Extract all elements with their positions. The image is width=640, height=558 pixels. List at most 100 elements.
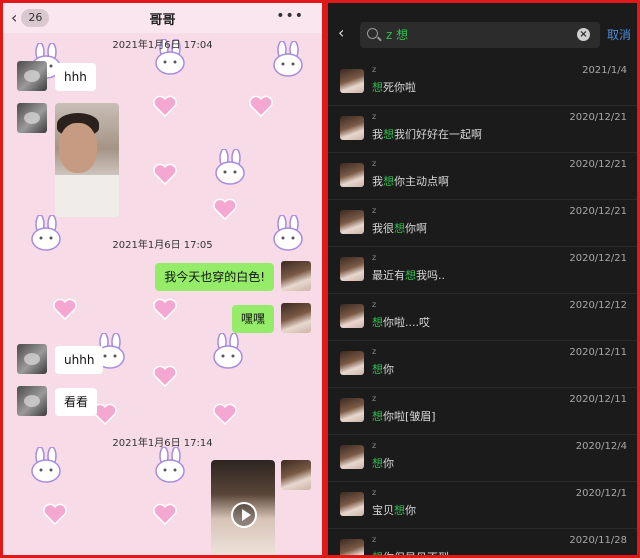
result-message: 我想你主动点啊 [372, 175, 449, 188]
search-bar: ‹ z 想 × 取消 [328, 3, 637, 59]
keyword-highlight: 想 [372, 363, 383, 376]
result-message: 想你 [372, 457, 394, 470]
result-sender: z [372, 253, 377, 262]
avatar [340, 539, 364, 555]
keyword-highlight: 想 [394, 504, 405, 517]
play-icon[interactable] [231, 502, 257, 528]
search-result-row[interactable]: z 想你 2020/12/11 [328, 341, 637, 388]
bunny-icon [155, 447, 185, 483]
search-result-row[interactable]: z 想你 2020/12/4 [328, 435, 637, 482]
avatar [340, 304, 364, 328]
avatar [340, 163, 364, 187]
bunny-icon [215, 149, 245, 185]
search-result-row[interactable]: z 想你啦....哎 2020/12/12 [328, 294, 637, 341]
result-message: 想死你啦 [372, 81, 416, 94]
keyword-highlight: 想 [383, 175, 394, 188]
result-sender: z [372, 206, 377, 215]
avatar [340, 492, 364, 516]
result-sender: z [372, 65, 377, 74]
keyword-highlight: 想 [372, 410, 383, 423]
result-sender: z [372, 394, 377, 403]
friend-avatar[interactable] [17, 344, 47, 374]
result-date: 2020/12/21 [569, 206, 627, 217]
avatar [340, 351, 364, 375]
search-result-row[interactable]: z 宝贝想你 2020/12/1 [328, 482, 637, 529]
keyword-highlight: 想 [405, 269, 416, 282]
search-result-row[interactable]: z 想你但是见不到 2020/11/28 [328, 529, 637, 558]
heart-icon [153, 163, 177, 185]
result-date: 2020/12/4 [575, 441, 627, 452]
heart-icon [213, 403, 237, 425]
heart-icon [53, 298, 77, 320]
keyword-highlight: 想 [383, 128, 394, 141]
timestamp: 2021年1月6日 17:04 [112, 40, 213, 51]
search-result-row[interactable]: z 我很想你啊 2020/12/21 [328, 200, 637, 247]
heart-icon [153, 298, 177, 320]
result-message: 最近有想我吗.. [372, 269, 445, 282]
result-message: 我很想你啊 [372, 222, 427, 235]
my-avatar[interactable] [281, 303, 311, 333]
heart-icon [153, 95, 177, 117]
my-avatar[interactable] [281, 261, 311, 291]
message-bubble-in[interactable]: 看看 [55, 388, 98, 416]
avatar [340, 116, 364, 140]
message-bubble-in[interactable]: uhhh [55, 346, 104, 374]
chat-header: ‹ 26 哥哥 ••• [3, 3, 322, 33]
search-input[interactable]: z 想 × [360, 22, 600, 48]
result-date: 2020/12/12 [569, 300, 627, 311]
result-message: 我想我们好好在一起啊 [372, 128, 482, 141]
timestamp: 2021年1月6日 17:14 [112, 438, 213, 449]
more-options-button[interactable]: ••• [276, 8, 304, 24]
result-sender: z [372, 159, 377, 168]
result-sender: z [372, 347, 377, 356]
avatar [340, 210, 364, 234]
result-sender: z [372, 535, 377, 544]
friend-avatar[interactable] [17, 386, 47, 416]
cancel-button[interactable]: 取消 [607, 26, 631, 43]
clear-icon[interactable]: × [577, 28, 590, 41]
chevron-left-icon: ‹ [11, 8, 18, 27]
search-icon [367, 28, 378, 39]
result-date: 2020/12/11 [569, 394, 627, 405]
result-message: 想你但是见不到 [372, 549, 449, 558]
keyword-highlight: 想 [372, 457, 383, 470]
avatar [340, 257, 364, 281]
search-results-list: z 想死你啦 2021/1/4 z 我想我们好好在一起啊 2020/12/21 z 我想你主动… [328, 59, 637, 558]
result-message: 想你啦....哎 [372, 316, 430, 329]
heart-icon [153, 503, 177, 525]
friend-avatar[interactable] [17, 103, 47, 133]
heart-icon [249, 95, 273, 117]
heart-icon [43, 503, 67, 525]
result-sender: z [372, 112, 377, 121]
my-avatar[interactable] [281, 460, 311, 490]
chevron-left-icon[interactable]: ‹ [338, 23, 344, 42]
avatar [340, 398, 364, 422]
avatar [340, 69, 364, 93]
heart-icon [153, 365, 177, 387]
message-bubble-out[interactable]: 我今天也穿的白色! [155, 263, 274, 291]
search-result-row[interactable]: z 想你啦[皱眉] 2020/12/11 [328, 388, 637, 435]
result-message: 宝贝想你 [372, 504, 416, 517]
bunny-icon [31, 447, 61, 483]
search-result-row[interactable]: z 我想你主动点啊 2020/12/21 [328, 153, 637, 200]
message-bubble-out[interactable]: 嘿嘿 [231, 305, 274, 333]
result-sender: z [372, 441, 377, 450]
result-date: 2021/1/4 [582, 65, 627, 76]
search-result-row[interactable]: z 我想我们好好在一起啊 2020/12/21 [328, 106, 637, 153]
message-bubble-in[interactable]: hhh [55, 63, 96, 91]
result-sender: z [372, 300, 377, 309]
keyword-highlight: 想 [372, 551, 383, 558]
back-button[interactable]: ‹ 26 [11, 8, 50, 28]
result-message: 想你 [372, 363, 394, 376]
video-message[interactable] [211, 460, 275, 555]
result-date: 2020/11/28 [569, 535, 627, 546]
keyword-highlight: 想 [372, 81, 383, 94]
search-result-row[interactable]: z 最近有想我吗.. 2020/12/21 [328, 247, 637, 294]
chat-screen: ‹ 26 哥哥 ••• 2021年1月6日 17:04 hhh 2021年1月6… [0, 0, 325, 558]
search-result-row[interactable]: z 想死你啦 2021/1/4 [328, 59, 637, 106]
photo-message[interactable] [55, 103, 119, 217]
result-sender: z [372, 488, 377, 497]
friend-avatar[interactable] [17, 61, 47, 91]
search-query[interactable]: z 想 [386, 26, 408, 43]
keyword-highlight: 想 [394, 222, 405, 235]
